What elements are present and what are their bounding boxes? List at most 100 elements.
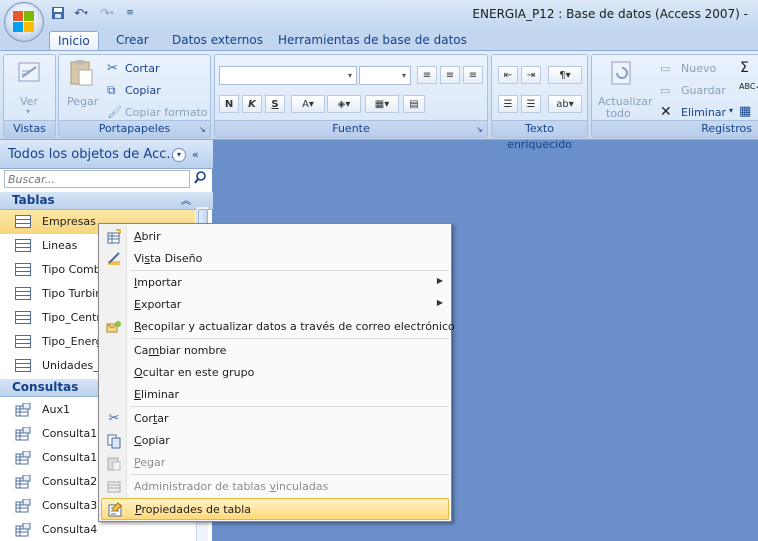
align-right-icon[interactable]: ≡ xyxy=(463,66,483,84)
view-dropdown-icon[interactable]: ▾ xyxy=(26,107,30,116)
nav-header[interactable]: Todos los objetos de Acc... ▾ « xyxy=(0,140,213,169)
paste-button[interactable]: Pegar xyxy=(67,95,98,108)
copy-icon xyxy=(106,433,122,449)
context-menu-item[interactable]: Pegar xyxy=(101,452,449,474)
font-size-combo[interactable]: ▾ xyxy=(359,66,411,85)
table-icon xyxy=(15,215,31,228)
table-item-label: Tipo_Energ xyxy=(42,335,103,348)
bullet-list-icon[interactable]: ☰ xyxy=(521,95,541,113)
tab-inicio[interactable]: Inicio xyxy=(49,31,99,51)
tab-herramientas[interactable]: Herramientas de base de datos xyxy=(270,31,475,51)
save-record-button[interactable]: Guardar xyxy=(681,84,726,97)
format-painter-button[interactable]: Copiar formato xyxy=(125,106,208,119)
submenu-arrow-icon: ▶ xyxy=(436,276,443,285)
table-item-label: Lineas xyxy=(42,239,78,252)
query-icon xyxy=(15,474,31,489)
alternate-fill-icon[interactable]: ▤ xyxy=(403,95,425,113)
context-menu-item[interactable]: Copiar xyxy=(101,430,449,452)
context-menu-item-label: Administrador de tablas vinculadas xyxy=(134,480,329,493)
context-menu-item-label: Exportar xyxy=(134,298,182,311)
context-menu-item[interactable]: Administrador de tablas vinculadas xyxy=(101,476,449,498)
dialog-launcher-icon[interactable]: ↘ xyxy=(476,125,483,134)
increase-indent-icon[interactable]: ⇥ xyxy=(521,66,541,84)
delete-button[interactable]: Eliminar xyxy=(681,106,726,119)
query-item-label: Aux1 xyxy=(42,403,71,416)
align-center-icon[interactable]: ≡ xyxy=(440,66,460,84)
font-color-icon[interactable]: A▾ xyxy=(291,95,325,113)
chevron-down-icon: ▾ xyxy=(347,71,352,80)
context-menu-item[interactable]: Exportar ▶ xyxy=(101,294,449,316)
new-record-button[interactable]: Nuevo xyxy=(681,62,716,75)
paragraph-direction-icon[interactable]: ¶▾ xyxy=(548,66,582,84)
linked-tables-icon xyxy=(106,479,122,495)
context-menu-item-label: Cortar xyxy=(134,412,169,425)
group-label-texto: Texto enriquecido xyxy=(492,120,587,151)
query-item-label: Consulta1 xyxy=(42,427,98,440)
highlight-icon[interactable]: ab▾ xyxy=(548,95,582,113)
font-name-combo[interactable]: ▾ xyxy=(219,66,357,85)
numbered-list-icon[interactable]: ☰ xyxy=(498,95,518,113)
group-label-vistas: Vistas xyxy=(4,120,55,137)
table-icon xyxy=(15,359,31,372)
chevron-down-icon: ▾ xyxy=(401,71,406,80)
query-icon xyxy=(15,498,31,513)
redo-icon[interactable]: ↷ ▾ xyxy=(96,5,118,21)
tab-datos-externos[interactable]: Datos externos xyxy=(164,31,271,51)
paste-icon[interactable] xyxy=(65,57,97,89)
context-menu-item[interactable]: Abrir xyxy=(101,226,449,248)
context-menu-item[interactable]: Propiedades de tabla xyxy=(101,498,449,520)
group-texto-enriquecido: ⇤ ⇥ ¶▾ ☰ ☰ ab▾ Texto enriquecido xyxy=(491,54,588,151)
cut-button[interactable]: Cortar xyxy=(125,62,160,75)
office-button[interactable] xyxy=(4,2,44,42)
view-icon[interactable] xyxy=(14,57,46,89)
sum-icon[interactable]: Σ xyxy=(740,60,749,76)
table-item-label: Tipo Comb xyxy=(42,263,101,276)
query-icon xyxy=(15,450,31,465)
context-menu-item[interactable]: Importar ▶ xyxy=(101,272,449,294)
scissors-icon: ✂ xyxy=(108,411,120,426)
collapse-section-icon[interactable]: ︽ xyxy=(181,193,191,210)
group-label-fuente: Fuente xyxy=(215,120,487,137)
collapse-pane-icon[interactable]: « xyxy=(192,148,199,161)
more-icon[interactable]: ▦ xyxy=(739,104,751,119)
format-painter-icon: 🖌 xyxy=(107,105,123,119)
menu-separator xyxy=(131,474,449,475)
fill-color-icon[interactable]: ◈▾ xyxy=(327,95,361,113)
refresh-icon[interactable] xyxy=(606,57,638,89)
chevron-down-icon[interactable]: ▾ xyxy=(172,148,186,162)
save-icon[interactable] xyxy=(50,5,66,21)
italic-icon[interactable]: K xyxy=(242,95,262,113)
search-input[interactable] xyxy=(4,170,190,188)
nav-title[interactable]: Todos los objetos de Acc... xyxy=(8,147,179,162)
tables-section-header[interactable]: Tablas ︽ xyxy=(0,192,213,210)
group-fuente: ▾ ▾ ≡ ≡ ≡ N K S A▾ ◈▾ ▦▾ ▤ Fuente ↘ xyxy=(214,54,488,138)
align-left-icon[interactable]: ≡ xyxy=(417,66,437,84)
refresh-button-line2[interactable]: todo xyxy=(606,107,631,120)
context-menu-item[interactable]: Vista Diseño xyxy=(101,248,449,270)
copy-button[interactable]: Copiar xyxy=(125,84,161,97)
ribbon: Ver ▾ Vistas Pegar ✂ Cortar ⧉ Copiar 🖌 C… xyxy=(0,50,758,151)
table-icon xyxy=(15,263,31,276)
context-menu-item-label: Cambiar nombre xyxy=(134,344,227,357)
context-menu-item[interactable]: Ocultar en este grupo xyxy=(101,362,449,384)
bold-icon[interactable]: N xyxy=(219,95,239,113)
search-icon[interactable] xyxy=(194,171,208,187)
tab-crear[interactable]: Crear xyxy=(108,31,157,51)
context-menu-item[interactable]: Recopilar y actualizar datos a través de… xyxy=(101,316,455,338)
gridlines-icon[interactable]: ▦▾ xyxy=(365,95,399,113)
menu-separator xyxy=(131,406,449,407)
context-menu-item[interactable]: Cambiar nombre xyxy=(101,340,449,362)
context-menu-item[interactable]: Eliminar xyxy=(101,384,449,406)
group-portapapeles: Pegar ✂ Cortar ⧉ Copiar 🖌 Copiar formato… xyxy=(58,54,211,138)
chevron-down-icon[interactable]: ▾ xyxy=(729,106,733,115)
dialog-launcher-icon[interactable]: ↘ xyxy=(199,125,206,134)
email-collect-icon xyxy=(106,319,122,335)
customize-qat-icon[interactable]: ≡ xyxy=(122,5,138,21)
context-menu-item[interactable]: ✂ Cortar xyxy=(101,408,449,430)
table-icon xyxy=(15,287,31,300)
menu-separator xyxy=(131,270,449,271)
undo-icon[interactable]: ↶ ▾ xyxy=(70,5,92,21)
decrease-indent-icon[interactable]: ⇤ xyxy=(498,66,518,84)
spelling-icon[interactable]: ABC✓ xyxy=(739,82,758,91)
underline-icon[interactable]: S xyxy=(265,95,285,113)
